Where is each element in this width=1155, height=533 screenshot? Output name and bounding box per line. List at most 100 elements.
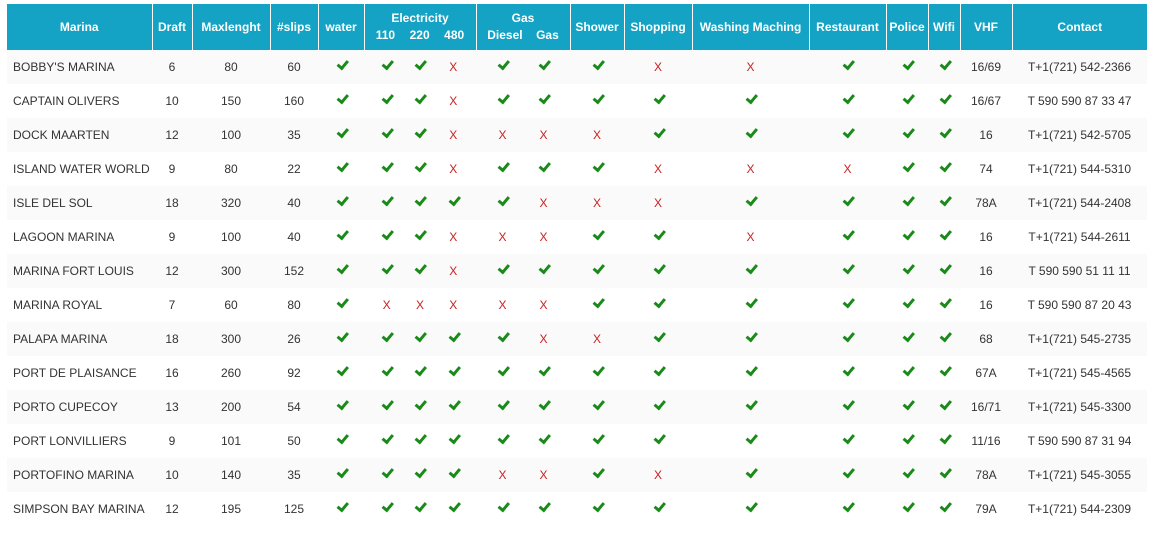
check-icon [336, 125, 349, 139]
table-row[interactable]: PORTO CUPECOY 13 200 54 16/71 T+1(721) 545-33… [7, 390, 1147, 424]
draft-value: 10 [165, 468, 179, 482]
col-vhf[interactable]: VHF [960, 4, 1013, 50]
x-icon: X [415, 298, 424, 312]
check-icon [381, 227, 395, 241]
check-icon [497, 329, 511, 343]
col-water[interactable]: water [318, 4, 365, 50]
table-row[interactable]: MARINA ROYAL 7 60 80 X X X X X 16 T 590 590 87 20 … [7, 288, 1147, 322]
table-row[interactable]: ISLE DEL SOL 18 320 40 X X X 78A T+1(721) 544-24… [7, 186, 1147, 220]
restaurant [809, 492, 886, 526]
washing: X [692, 220, 809, 254]
washing-mark [736, 193, 766, 210]
check-icon [902, 397, 915, 411]
check-icon [336, 465, 349, 479]
check-icon [653, 227, 666, 241]
shopping [624, 254, 692, 288]
col-draft[interactable]: Draft [152, 4, 193, 50]
table-row[interactable]: PORT LONVILLIERS 9 101 50 11/16 T 590 590 87 … [7, 424, 1147, 458]
gas-diesel-mark: X [488, 128, 518, 142]
water [318, 390, 364, 424]
check-icon [336, 397, 349, 411]
x-icon: X [449, 230, 458, 244]
check-icon [745, 329, 759, 343]
check-icon [538, 499, 552, 513]
electricity-110-mark [372, 499, 402, 516]
table-row[interactable]: BOBBY'S MARINA 6 80 60 X X X 16/69 T+1(721) 542-… [7, 50, 1147, 84]
col-police[interactable]: Police [886, 4, 929, 50]
shower [570, 50, 624, 84]
check-icon [592, 465, 605, 479]
gas-diesel-mark [488, 363, 518, 380]
col-washing[interactable]: Washing Maching [692, 4, 810, 50]
col-electricity[interactable]: Electricity 110 220 480 [364, 4, 477, 50]
col-slips[interactable]: #slips [270, 4, 319, 50]
table-row[interactable]: ISLAND WATER WORLD 9 80 22 X X X X 74 T+1(721) 54… [7, 152, 1147, 186]
table-row[interactable]: CAPTAIN OLIVERS 10 150 160 X 16/67 T 590 590 8… [7, 84, 1147, 118]
wifi-mark [929, 363, 959, 380]
table-row[interactable]: PORTOFINO MARINA 10 140 35 X X X 78A T+1(721) 54… [7, 458, 1147, 492]
table-row[interactable]: MARINA FORT LOUIS 12 300 152 X 16 T 590 590 51… [7, 254, 1147, 288]
electricity-220-mark [405, 193, 435, 210]
check-icon [592, 363, 605, 377]
gas-gas-mark [529, 397, 559, 414]
wifi [928, 186, 960, 220]
col-gas[interactable]: Gas Diesel Gas [476, 4, 571, 50]
restaurant-mark [833, 91, 863, 108]
police [886, 288, 928, 322]
water [318, 254, 364, 288]
electricity-110-mark [372, 431, 402, 448]
slips-value: 60 [287, 60, 301, 74]
restaurant [809, 118, 886, 152]
check-icon [448, 329, 461, 343]
gas-group-cell [476, 84, 570, 118]
col-maxlenght[interactable]: Maxlenght [192, 4, 271, 50]
check-icon [939, 125, 952, 139]
x-icon: X [449, 128, 458, 142]
check-icon [415, 431, 428, 445]
check-icon [415, 227, 428, 241]
col-restaurant[interactable]: Restaurant [809, 4, 887, 50]
police-mark [892, 363, 922, 380]
check-icon [653, 261, 666, 275]
draft-value: 18 [165, 196, 179, 210]
check-icon [902, 431, 915, 445]
shopping-mark: X [643, 60, 673, 74]
electricity-480-mark [438, 363, 468, 380]
police-mark [892, 465, 922, 482]
col-shower[interactable]: Shower [570, 4, 625, 50]
check-icon [381, 465, 395, 479]
marina-name: CAPTAIN OLIVERS [13, 94, 120, 108]
col-marina[interactable]: Marina [7, 4, 153, 50]
col-wifi[interactable]: Wifi [928, 4, 961, 50]
shower [570, 356, 624, 390]
wifi [928, 152, 960, 186]
electricity-480-mark: X [438, 60, 468, 74]
wifi [928, 458, 960, 492]
gas-group-cell: XX [476, 220, 570, 254]
shower-mark: X [582, 196, 612, 210]
check-icon [902, 363, 915, 377]
table-row[interactable]: PALAPA MARINA 18 300 26 X X 68 T+1(721) 545-273… [7, 322, 1147, 356]
gas-gas-mark [529, 363, 559, 380]
table-row[interactable]: PORT DE PLAISANCE 16 260 92 67A T+1(721) 545-… [7, 356, 1147, 390]
shower [570, 220, 624, 254]
gas-gas-mark [529, 159, 559, 176]
col-shopping[interactable]: Shopping [624, 4, 693, 50]
gas-group: XX [476, 128, 570, 142]
electricity-group-cell: X [364, 152, 476, 186]
check-icon [745, 261, 759, 275]
vhf-value: 16 [979, 298, 993, 312]
restaurant-mark [833, 227, 863, 244]
slips-value: 160 [283, 94, 305, 108]
gas-group: XX [476, 298, 570, 312]
restaurant-mark: X [833, 162, 863, 176]
restaurant [809, 84, 886, 118]
wifi-mark [929, 91, 959, 108]
contact-value: T+1(721) 542-2366 [1027, 60, 1132, 74]
table-row[interactable]: SIMPSON BAY MARINA 12 195 125 79A T+1(721) 54… [7, 492, 1147, 526]
electricity-220-mark [405, 397, 435, 414]
col-contact[interactable]: Contact [1012, 4, 1147, 50]
table-row[interactable]: LAGOON MARINA 9 100 40 X X X X 16 T+1(721) 544-26… [7, 220, 1147, 254]
table-row[interactable]: DOCK MAARTEN 12 100 35 X X X X 16 T+1(721) 542-57… [7, 118, 1147, 152]
water-mark [326, 295, 356, 312]
